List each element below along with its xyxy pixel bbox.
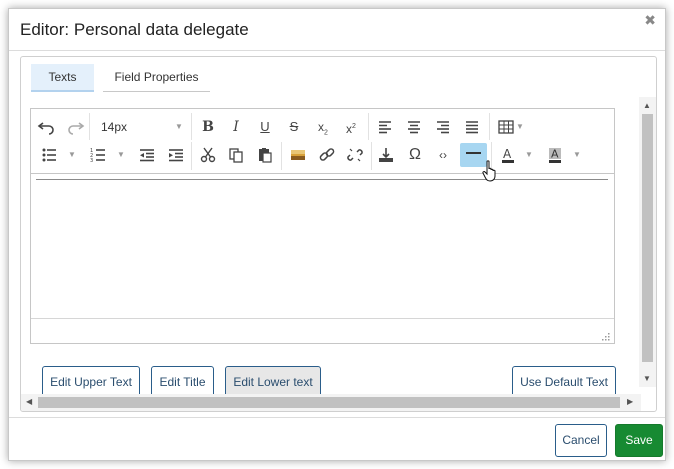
bullet-list-icon[interactable] [38, 143, 60, 167]
undo-icon[interactable] [36, 114, 58, 138]
dialog-header: Editor: Personal data delegate ✖ [9, 9, 665, 51]
background-color-icon[interactable]: A [544, 143, 566, 167]
tab-texts[interactable]: Texts [31, 64, 94, 92]
numbered-list-icon[interactable]: 123 [87, 143, 109, 167]
anchor-icon[interactable] [375, 143, 397, 167]
link-icon[interactable] [316, 143, 338, 167]
outdent-icon[interactable] [135, 143, 159, 167]
indent-icon[interactable] [164, 143, 188, 167]
font-size-value: 14px [101, 120, 128, 134]
redo-icon[interactable] [64, 114, 86, 138]
source-code-icon[interactable]: ‹› [432, 143, 454, 167]
svg-text:A: A [551, 148, 559, 161]
cancel-button[interactable]: Cancel [555, 424, 607, 457]
align-left-icon[interactable] [373, 115, 397, 139]
close-icon[interactable]: ✖ [644, 13, 656, 27]
dialog-footer: Cancel Save [9, 417, 665, 461]
strikethrough-icon[interactable]: S [283, 115, 305, 139]
horizontal-rule [36, 179, 608, 180]
align-center-icon[interactable] [402, 115, 426, 139]
horizontal-scrollbar[interactable]: ◀ ▶ [21, 394, 641, 411]
subscript-icon[interactable]: x2 [312, 115, 334, 139]
vertical-scrollbar[interactable]: ▲ ▼ [639, 97, 656, 387]
horizontal-rule-icon[interactable] [460, 143, 487, 167]
scroll-left-icon[interactable]: ◀ [26, 397, 32, 406]
rich-text-editor: 14px ▼ B I U S x2 x2 ▼ ▼ 1 2 3 ▼ Ω ‹› A … [30, 108, 615, 344]
toolbar-separator [371, 142, 372, 170]
svg-text:A: A [503, 147, 512, 161]
superscript-icon[interactable]: x2 [340, 115, 362, 139]
chevron-down-icon: ▼ [68, 150, 76, 159]
toolbar-separator [281, 142, 282, 170]
content-frame: Texts Field Properties 14px ▼ B I U S x2… [20, 56, 657, 412]
chevron-down-icon: ▼ [175, 122, 183, 131]
bold-icon[interactable]: B [197, 115, 219, 139]
save-button[interactable]: Save [615, 424, 663, 457]
font-size-select[interactable]: 14px [90, 115, 184, 139]
underline-icon[interactable]: U [254, 115, 276, 139]
align-justify-icon[interactable] [460, 115, 484, 139]
scroll-right-icon[interactable]: ▶ [627, 397, 633, 406]
toolbar-separator [368, 113, 369, 140]
scroll-down-icon[interactable]: ▼ [643, 374, 651, 383]
resize-handle-icon[interactable] [601, 332, 610, 341]
chevron-down-icon: ▼ [516, 122, 524, 131]
toolbar-separator [191, 142, 192, 170]
copy-icon[interactable] [225, 143, 247, 167]
scroll-up-icon[interactable]: ▲ [643, 101, 651, 110]
toolbar-separator [491, 142, 492, 170]
editor-statusbar [31, 318, 614, 343]
chevron-down-icon: ▼ [117, 150, 125, 159]
toolbar-separator [191, 113, 192, 140]
special-character-icon[interactable]: Ω [403, 143, 427, 167]
paste-icon[interactable] [254, 143, 276, 167]
toolbar-separator [489, 113, 490, 140]
editor-toolbar: 14px ▼ B I U S x2 x2 ▼ ▼ 1 2 3 ▼ Ω ‹› A … [31, 109, 614, 174]
unlink-icon[interactable] [344, 143, 366, 167]
svg-text:3: 3 [90, 158, 93, 164]
dialog-title: Editor: Personal data delegate [20, 20, 249, 39]
vertical-scroll-thumb[interactable] [642, 114, 653, 362]
align-right-icon[interactable] [431, 115, 455, 139]
cut-icon[interactable] [197, 143, 219, 167]
editor-content-area[interactable] [31, 175, 614, 318]
image-icon[interactable] [287, 143, 309, 167]
horizontal-scroll-thumb[interactable] [38, 397, 620, 408]
text-color-icon[interactable]: A [497, 143, 519, 167]
chevron-down-icon: ▼ [573, 150, 581, 159]
tab-field-properties[interactable]: Field Properties [103, 64, 210, 92]
italic-icon[interactable]: I [225, 115, 247, 139]
table-icon[interactable] [494, 115, 518, 139]
chevron-down-icon: ▼ [525, 150, 533, 159]
editor-dialog: Editor: Personal data delegate ✖ Texts F… [8, 8, 666, 461]
